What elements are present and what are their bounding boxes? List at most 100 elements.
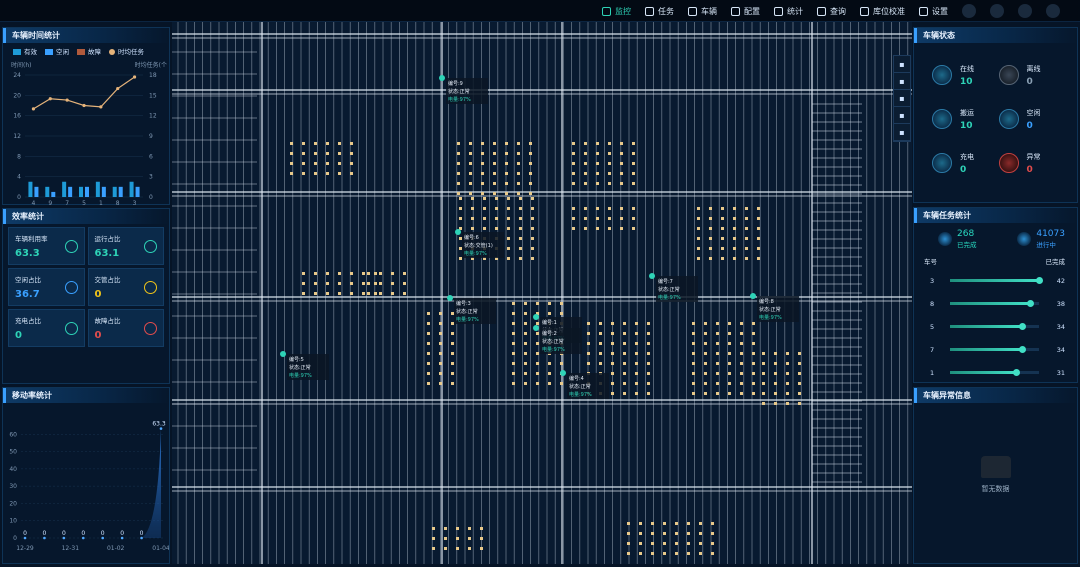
clipboard-icon[interactable]: ▪ — [894, 124, 910, 141]
vehicle-time-chart: 时间(h) 时均任务(个0481216202403691215184 9 7 5 1 8 3 — [11, 61, 167, 207]
x-tick-label: 9 — [48, 200, 52, 207]
cargo-cell — [704, 382, 707, 385]
completed-summary: 268 已完成 — [938, 229, 977, 249]
vehicle-label[interactable]: 编号:8状态:正常电量:97% — [757, 296, 799, 322]
cargo-cell — [519, 227, 522, 230]
task-progress-track — [950, 346, 1039, 353]
cargo-cell — [687, 522, 690, 525]
avg-task-point — [65, 98, 69, 102]
globe-icon[interactable] — [962, 4, 976, 18]
cargo-cell — [457, 182, 460, 185]
cargo-cell — [584, 227, 587, 230]
user-icon[interactable] — [1046, 4, 1060, 18]
nav-item-4[interactable]: 统计 — [774, 6, 803, 17]
cargo-cell — [716, 382, 719, 385]
route-icon[interactable]: ▪ — [894, 73, 910, 90]
cargo-cell — [507, 247, 510, 250]
cargo-cell — [457, 162, 460, 165]
cargo-cell — [471, 197, 474, 200]
cargo-cell — [752, 362, 755, 365]
cargo-cell — [338, 292, 341, 295]
legend-item[interactable]: 有效 — [13, 46, 37, 56]
completed-count: 268 — [957, 229, 975, 239]
vehicle-label-line1: 编号:5 — [289, 356, 304, 363]
vehicle-label[interactable]: 编号:4状态:正常电量:97% — [567, 373, 609, 399]
vehicle-label-line1: 编号:8 — [759, 298, 774, 305]
vehicle-label[interactable]: 编号:6状态:交管(1)电量:97% — [462, 232, 504, 258]
traffic-icon — [144, 281, 157, 294]
nav-item-6[interactable]: 库位校准 — [860, 6, 905, 17]
pin-icon[interactable]: ▪ — [894, 90, 910, 107]
cargo-cell — [774, 352, 777, 355]
y-tick-label: 40 — [9, 466, 17, 473]
cargo-cell — [379, 292, 382, 295]
y-tick-label: 16 — [13, 113, 21, 120]
cargo-cell — [531, 207, 534, 210]
legend-item[interactable]: 时均任务 — [109, 46, 144, 56]
legend-item[interactable]: 故障 — [77, 46, 101, 56]
warehouse-map[interactable]: 编号:9 状态:正常 电量:97% 编号:6 状态:交管(1) 电量:97% 编号:3 状态:… — [172, 22, 912, 564]
vehicle-label[interactable]: 编号:5状态:正常电量:97% — [287, 354, 329, 380]
cargo-cell — [439, 352, 442, 355]
cargo-cell — [391, 292, 394, 295]
cargo-cell — [596, 207, 599, 210]
y-tick-label: 0 — [13, 535, 17, 542]
cargo-cell — [493, 192, 496, 195]
nav-label: 监控 — [615, 6, 631, 16]
grid-icon[interactable] — [990, 4, 1004, 18]
cargo-cell — [439, 372, 442, 375]
chart-icon[interactable]: ▪ — [894, 107, 910, 124]
bell-icon[interactable] — [1018, 4, 1032, 18]
x-tick-label: 01-02 — [107, 545, 125, 552]
cargo-cell — [457, 172, 460, 175]
cargo-cell — [512, 322, 515, 325]
cargo-cell — [699, 532, 702, 535]
vehicle-label[interactable]: 编号:2状态:正常电量:97% — [540, 328, 582, 354]
cargo-cell — [350, 292, 353, 295]
legend-label: 有效 — [24, 48, 37, 56]
cargo-cell — [632, 227, 635, 230]
cargo-cell — [314, 162, 317, 165]
cargo-cell — [507, 217, 510, 220]
nav-item-2[interactable]: 车辆 — [688, 6, 717, 17]
cargo-cell — [560, 302, 563, 305]
cargo-cell — [572, 162, 575, 165]
cargo-cell — [620, 227, 623, 230]
cargo-cell — [350, 152, 353, 155]
nav-item-3[interactable]: 配置 — [731, 6, 760, 17]
layers-icon[interactable]: ▪ — [894, 56, 910, 73]
cargo-cell — [611, 372, 614, 375]
nav-item-7[interactable]: 设置 — [919, 6, 948, 17]
legend-item[interactable]: 空闲 — [45, 46, 69, 56]
cargo-cell — [302, 282, 305, 285]
nav-item-5[interactable]: 查询 — [817, 6, 846, 17]
nav-item-1[interactable]: 任务 — [645, 6, 674, 17]
cargo-cell — [627, 532, 630, 535]
nav-item-0[interactable]: 监控 — [602, 6, 631, 17]
status-label: 充电 — [960, 152, 974, 161]
completed-icon — [938, 232, 952, 246]
vehicle-label[interactable]: 编号:3状态:正常电量:97% — [454, 298, 496, 324]
cargo-cell — [468, 537, 471, 540]
y2-tick-label: 0 — [149, 194, 153, 201]
cargo-cell — [774, 372, 777, 375]
vehicle-label-line1: 编号:4 — [569, 375, 584, 382]
cargo-cell — [740, 322, 743, 325]
cargo-cell — [757, 227, 760, 230]
cargo-cell — [692, 322, 695, 325]
point-label: 0 — [140, 530, 144, 537]
running-icon — [1017, 232, 1032, 246]
vehicle-label[interactable]: 编号:9状态:正常电量:97% — [446, 78, 488, 104]
status-grid: 在线 10 离线 0 搬运 10 空闲 0 充电 0 异常 0 — [914, 43, 1077, 185]
cargo-cell — [444, 547, 447, 550]
cargo-cell — [623, 322, 626, 325]
map-canvas[interactable]: 编号:9状态:正常电量:97% 编号:6状态:交管(1)电量:97% 编号:3状态:… — [172, 22, 912, 564]
vehicle-label-line3: 电量:97% — [289, 372, 312, 379]
cargo-cell — [635, 342, 638, 345]
cargo-cell — [587, 322, 590, 325]
cargo-cell — [338, 162, 341, 165]
status-label: 空闲 — [1026, 108, 1041, 117]
vehicle-label[interactable]: 编号:7状态:正常电量:97% — [656, 276, 698, 302]
completed-label: 已完成 — [957, 241, 977, 249]
cargo-cell — [716, 332, 719, 335]
